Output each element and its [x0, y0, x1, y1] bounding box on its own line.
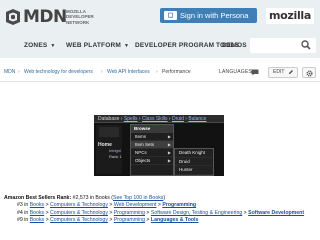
persona-icon: ◻	[164, 11, 177, 20]
browse-menu-header: Browse	[131, 125, 173, 133]
signin-persona-button[interactable]: ◻ Sign in with Persona	[160, 8, 257, 23]
game-logo-icon	[99, 127, 119, 137]
breadcrumb-item-web-technology[interactable]: Web technology for developers	[24, 69, 93, 76]
languages-button[interactable]: LANGUAGES	[219, 69, 252, 76]
game-crumb-spells[interactable]: Spells	[124, 116, 138, 122]
category-link[interactable]: Programming	[114, 210, 145, 216]
rank-overall-value: #2,573 in Books	[72, 195, 110, 201]
breadcrumb: MDN › Web technology for developers › We…	[0, 62, 320, 82]
breadcrumb-separator: ›	[101, 69, 103, 75]
logo-subtitle: MOZILLA DEVELOPER NETWORK	[66, 9, 94, 25]
game-crumb-balance[interactable]: Balance	[188, 116, 206, 122]
chevron-right-icon: ▶	[167, 142, 171, 147]
game-crumb-druid[interactable]: Druid	[172, 116, 184, 122]
search-input[interactable]	[250, 38, 316, 53]
menu-item-npcs[interactable]: NPCs ▶	[131, 149, 173, 157]
rank-title: Amazon Best Sellers Rank:	[4, 195, 72, 201]
rank-row: #9 in Books > Computers & Technology > P…	[17, 217, 199, 224]
chevron-down-icon: ▼	[124, 43, 130, 49]
category-link[interactable]: Books	[30, 202, 44, 208]
menu-item-objects[interactable]: Objects ▶	[131, 157, 173, 165]
rank-row: #3 in Books > Computers & Technology > W…	[17, 202, 197, 209]
category-link-final[interactable]: Languages & Tools	[151, 217, 198, 223]
edit-label: EDIT	[273, 69, 285, 75]
breadcrumb-item-mdn[interactable]: MDN	[4, 69, 15, 76]
category-link[interactable]: Web Development	[114, 202, 157, 208]
game-side-text: Rank 1	[109, 154, 122, 159]
chevron-right-icon: ▶	[167, 158, 171, 163]
game-crumb-class-skills[interactable]: Class Skills	[142, 116, 168, 122]
rank-overall: Amazon Best Sellers Rank: #2,573 in Book…	[4, 195, 166, 201]
game-side-link[interactable]: Intrigni	[109, 148, 121, 153]
rank-row: #4 in Books > Computers & Technology > P…	[17, 209, 305, 216]
nav-item-developer-program[interactable]: DEVELOPER PROGRAM	[135, 40, 214, 52]
submenu-item-hunter[interactable]: Hunter	[175, 166, 213, 175]
mozilla-logo[interactable]: mozilla	[266, 8, 314, 24]
category-link[interactable]: Computers & Technology	[50, 217, 108, 223]
game-database-screenshot: Database › Spells › Class Skills › Druid…	[94, 115, 224, 176]
site-header: MDN MOZILLA DEVELOPER NETWORK ◻ Sign in …	[0, 0, 320, 58]
search-icon[interactable]	[301, 40, 311, 50]
menu-item-item-sets[interactable]: Item Sets ▶	[131, 141, 173, 149]
breadcrumb-item-web-api-interfaces[interactable]: Web API Interfaces	[107, 69, 150, 76]
game-sidebar: Home Intrigni Rank 1	[96, 125, 122, 174]
speech-bubble-icon[interactable]	[251, 69, 259, 76]
class-submenu: Death Knight Druid Hunter	[174, 148, 214, 176]
nav-item-demos[interactable]: DEMOS	[222, 40, 247, 52]
pencil-icon	[289, 70, 293, 74]
nav-item-web-platform[interactable]: WEB PLATFORM ▼	[66, 40, 129, 52]
settings-button[interactable]	[302, 67, 316, 78]
category-link[interactable]: Books	[30, 210, 44, 216]
chevron-down-icon: ▼	[50, 43, 56, 49]
edit-button[interactable]: EDIT	[268, 67, 298, 78]
gear-icon	[306, 70, 313, 76]
game-crumb-database: Database	[98, 116, 120, 122]
breadcrumb-item-current: Performance	[162, 69, 191, 75]
category-link[interactable]: Computers & Technology	[50, 210, 108, 216]
category-link[interactable]: Computers & Technology	[50, 202, 108, 208]
search-field[interactable]	[253, 40, 299, 51]
submenu-item-death-knight[interactable]: Death Knight	[175, 149, 213, 158]
signin-label: Sign in with Persona	[180, 11, 249, 20]
breadcrumb-separator: ›	[156, 69, 158, 75]
category-link[interactable]: Software Design, Testing & Engineering	[151, 210, 242, 216]
menu-item-items[interactable]: Items ▶	[131, 133, 173, 141]
category-link-final[interactable]: Software Development	[248, 210, 304, 216]
category-link[interactable]: Programming	[114, 217, 145, 223]
nav-item-zones[interactable]: ZONES ▼	[24, 40, 56, 52]
mdn-logo-icon[interactable]	[5, 9, 21, 25]
best-sellers-rank: Amazon Best Sellers Rank: #2,573 in Book…	[4, 195, 320, 225]
game-breadcrumb: Database › Spells › Class Skills › Druid…	[94, 115, 224, 123]
chevron-right-icon: ▶	[167, 150, 171, 155]
chevron-right-icon: ▶	[167, 134, 171, 139]
logo-text[interactable]: MDN	[23, 7, 67, 27]
category-link[interactable]: Books	[30, 217, 44, 223]
breadcrumb-separator: ›	[18, 69, 20, 75]
browse-menu: Browse Items ▶ Item Sets ▶ NPCs ▶ Objects ▶	[130, 124, 174, 176]
top-100-link[interactable]: See Top 100 in Books	[113, 195, 163, 201]
submenu-item-druid[interactable]: Druid	[175, 158, 213, 166]
category-link-final[interactable]: Programming	[162, 202, 196, 208]
